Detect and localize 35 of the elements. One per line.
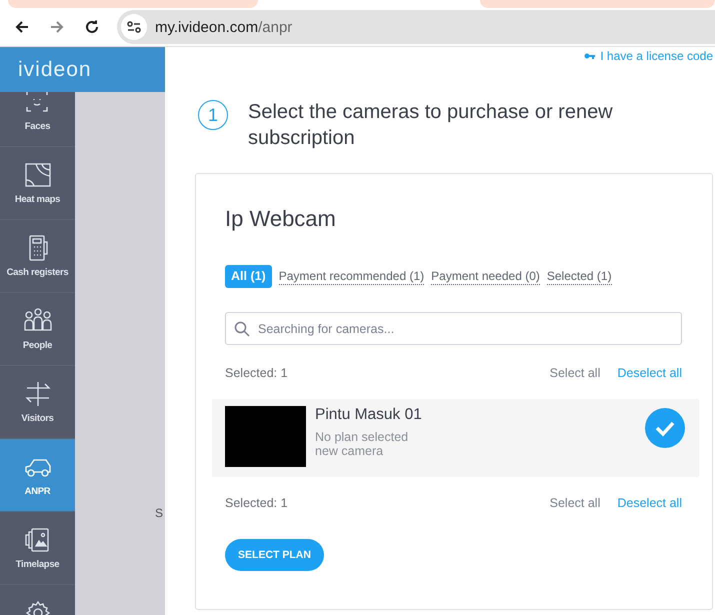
card-title: Ip Webcam bbox=[225, 206, 337, 232]
site-settings-icon bbox=[126, 19, 142, 35]
reload-icon bbox=[84, 19, 100, 35]
deselect-all-link[interactable]: Deselect all bbox=[617, 496, 682, 510]
search-icon bbox=[234, 321, 250, 337]
checked-circle-icon[interactable] bbox=[644, 407, 686, 449]
arrows-icon bbox=[24, 380, 52, 408]
key-icon bbox=[584, 52, 596, 60]
selected-count: Selected: 1 bbox=[225, 496, 288, 510]
photo-stack-icon bbox=[24, 526, 52, 554]
filter-tab[interactable]: Selected (1) bbox=[546, 268, 612, 284]
address-bar[interactable]: my.ivideon.com/anpr bbox=[117, 10, 715, 44]
forward-arrow-icon bbox=[49, 19, 65, 35]
license-code-link[interactable]: I have a license code bbox=[600, 50, 713, 62]
selected-count: Selected: 1 bbox=[225, 366, 288, 380]
plan-status: No plan selected bbox=[315, 430, 410, 444]
select-plan-button[interactable]: SELECT PLAN bbox=[225, 539, 324, 571]
select-all-link[interactable]: Select all bbox=[550, 366, 600, 380]
deselect-all-link[interactable]: Deselect all bbox=[617, 366, 682, 380]
logo-text: ivideon bbox=[18, 58, 92, 82]
back-arrow-icon bbox=[14, 19, 30, 35]
select-all-link[interactable]: Select all bbox=[550, 496, 600, 510]
step-title: Select the cameras to purchase or renew subscription bbox=[248, 100, 614, 151]
search-field[interactable]: Searching for cameras... bbox=[225, 312, 682, 345]
camera-name: Pintu Masuk 01 bbox=[315, 406, 423, 424]
step-number: 1 bbox=[198, 100, 228, 130]
filter-tab[interactable]: All (1) bbox=[225, 265, 272, 288]
background-text: S bbox=[155, 506, 164, 520]
url-text: my.ivideon.com/anpr bbox=[155, 18, 292, 36]
filter-tab[interactable]: Payment needed (0) bbox=[431, 268, 540, 284]
heat-map-icon bbox=[24, 161, 52, 189]
filter-tab[interactable]: Payment recommended (1) bbox=[278, 268, 424, 284]
sidebar-item[interactable]: ANPR bbox=[0, 439, 75, 512]
camera-note: new camera bbox=[315, 444, 384, 458]
camera-row[interactable]: Pintu Masuk 01 No plan selected new camera bbox=[212, 399, 699, 477]
